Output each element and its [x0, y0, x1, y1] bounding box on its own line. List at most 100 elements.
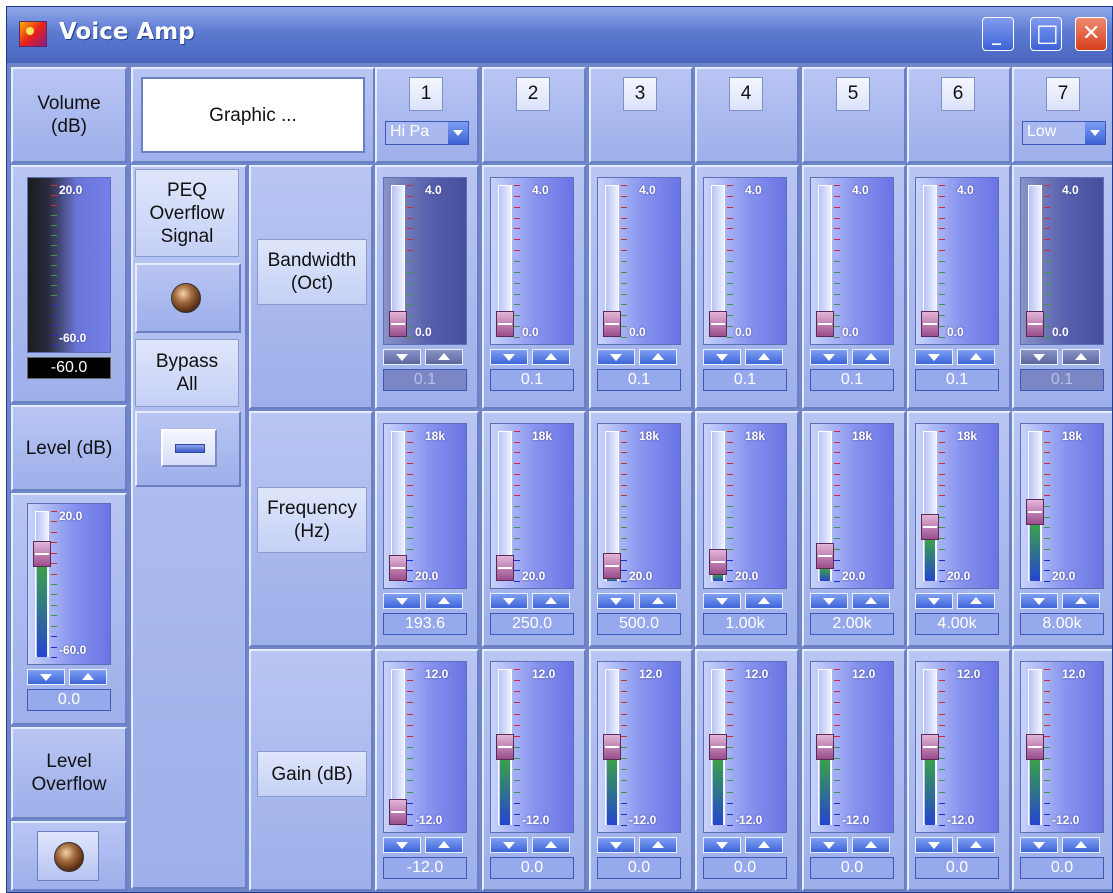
bandwidth-down-button[interactable]	[1020, 349, 1058, 365]
gain-slider-thumb[interactable]	[709, 734, 727, 760]
bandwidth-value[interactable]: 0.1	[490, 369, 574, 391]
maximize-button[interactable]: □	[1030, 17, 1062, 51]
gain-down-button[interactable]	[490, 837, 528, 853]
gain-value[interactable]: 0.0	[703, 857, 787, 879]
tick-mark	[727, 669, 733, 670]
bandwidth-up-button[interactable]	[532, 349, 570, 365]
gain-value[interactable]: -12.0	[383, 857, 467, 879]
bandwidth-slider-thumb[interactable]	[816, 311, 834, 337]
bandwidth-down-button[interactable]	[383, 349, 421, 365]
frequency-down-button[interactable]	[383, 593, 421, 609]
frequency-slider-thumb[interactable]	[389, 555, 407, 581]
frequency-up-button[interactable]	[852, 593, 890, 609]
gain-slider-thumb[interactable]	[921, 734, 939, 760]
frequency-slider-thumb[interactable]	[816, 543, 834, 569]
frequency-slider-thumb[interactable]	[709, 549, 727, 575]
frequency-value[interactable]: 193.6	[383, 613, 467, 635]
bandwidth-up-button[interactable]	[745, 349, 783, 365]
frequency-value[interactable]: 250.0	[490, 613, 574, 635]
bandwidth-value[interactable]: 0.1	[1020, 369, 1104, 391]
gain-value[interactable]: 0.0	[810, 857, 894, 879]
bandwidth-value[interactable]: 0.1	[703, 369, 787, 391]
gain-slider-thumb[interactable]	[816, 734, 834, 760]
bandwidth-down-button[interactable]	[915, 349, 953, 365]
title-bar[interactable]: Voice Amp _ □ ✕	[7, 7, 1112, 63]
gain-value[interactable]: 0.0	[597, 857, 681, 879]
frequency-slider-thumb[interactable]	[1026, 499, 1044, 525]
frequency-up-button[interactable]	[639, 593, 677, 609]
preset-name[interactable]: Graphic ...	[141, 77, 365, 153]
bandwidth-up-button[interactable]	[639, 349, 677, 365]
scale-ticks	[514, 431, 520, 582]
gain-up-button[interactable]	[639, 837, 677, 853]
frequency-value[interactable]: 4.00k	[915, 613, 999, 635]
gain-slider-thumb[interactable]	[496, 734, 514, 760]
bandwidth-slider-thumb[interactable]	[603, 311, 621, 337]
bandwidth-slider-thumb[interactable]	[1026, 311, 1044, 337]
filter-type-dropdown[interactable]: Hi Pa	[385, 121, 469, 145]
minimize-button[interactable]: _	[982, 17, 1014, 51]
gain-up-button[interactable]	[852, 837, 890, 853]
level-slider-thumb[interactable]	[33, 541, 51, 567]
bandwidth-up-button[interactable]	[852, 349, 890, 365]
frequency-up-button[interactable]	[532, 593, 570, 609]
bandwidth-down-button[interactable]	[490, 349, 528, 365]
frequency-value[interactable]: 2.00k	[810, 613, 894, 635]
gain-down-button[interactable]	[383, 837, 421, 853]
frequency-value[interactable]: 500.0	[597, 613, 681, 635]
close-button[interactable]: ✕	[1075, 17, 1107, 51]
frequency-up-button[interactable]	[1062, 593, 1100, 609]
bandwidth-value[interactable]: 0.1	[383, 369, 467, 391]
gain-up-button[interactable]	[1062, 837, 1100, 853]
bandwidth-value[interactable]: 0.1	[810, 369, 894, 391]
bandwidth-down-button[interactable]	[810, 349, 848, 365]
bandwidth-slider-thumb[interactable]	[389, 311, 407, 337]
gain-down-button[interactable]	[703, 837, 741, 853]
bypass-all-button[interactable]	[161, 429, 217, 467]
gain-down-button[interactable]	[915, 837, 953, 853]
tick-mark	[834, 207, 840, 208]
bandwidth-up-button[interactable]	[957, 349, 995, 365]
bandwidth-value[interactable]: 0.1	[915, 369, 999, 391]
frequency-down-button[interactable]	[703, 593, 741, 609]
frequency-down-button[interactable]	[915, 593, 953, 609]
bandwidth-up-button[interactable]	[425, 349, 463, 365]
bandwidth-slider-thumb[interactable]	[709, 311, 727, 337]
gain-up-button[interactable]	[532, 837, 570, 853]
frequency-value[interactable]: 8.00k	[1020, 613, 1104, 635]
gain-down-button[interactable]	[597, 837, 635, 853]
level-down-button[interactable]	[27, 669, 65, 685]
bandwidth-up-button[interactable]	[1062, 349, 1100, 365]
gain-up-button[interactable]	[425, 837, 463, 853]
gain-up-button[interactable]	[957, 837, 995, 853]
bandwidth-slider-thumb[interactable]	[496, 311, 514, 337]
gain-value[interactable]: 0.0	[1020, 857, 1104, 879]
frequency-up-button[interactable]	[745, 593, 783, 609]
frequency-down-button[interactable]	[1020, 593, 1058, 609]
level-value[interactable]: 0.0	[27, 689, 111, 711]
frequency-up-button[interactable]	[425, 593, 463, 609]
bandwidth-slider-thumb[interactable]	[921, 311, 939, 337]
frequency-down-button[interactable]	[597, 593, 635, 609]
gain-value[interactable]: 0.0	[490, 857, 574, 879]
bandwidth-down-button[interactable]	[703, 349, 741, 365]
gain-down-button[interactable]	[810, 837, 848, 853]
frequency-up-button[interactable]	[957, 593, 995, 609]
gain-slider-thumb[interactable]	[389, 799, 407, 825]
gain-value[interactable]: 0.0	[915, 857, 999, 879]
frequency-down-button[interactable]	[490, 593, 528, 609]
level-up-button[interactable]	[69, 669, 107, 685]
filter-type-dropdown[interactable]: Low	[1022, 121, 1106, 145]
frequency-slider-thumb[interactable]	[496, 555, 514, 581]
gain-up-button[interactable]	[745, 837, 783, 853]
frequency-slider-thumb[interactable]	[603, 553, 621, 579]
frequency-down-button[interactable]	[810, 593, 848, 609]
bandwidth-value[interactable]: 0.1	[597, 369, 681, 391]
gain-slider-thumb[interactable]	[1026, 734, 1044, 760]
tick-mark	[939, 769, 945, 770]
frequency-value[interactable]: 1.00k	[703, 613, 787, 635]
frequency-slider-thumb[interactable]	[921, 514, 939, 540]
bandwidth-down-button[interactable]	[597, 349, 635, 365]
gain-down-button[interactable]	[1020, 837, 1058, 853]
gain-slider-thumb[interactable]	[603, 734, 621, 760]
